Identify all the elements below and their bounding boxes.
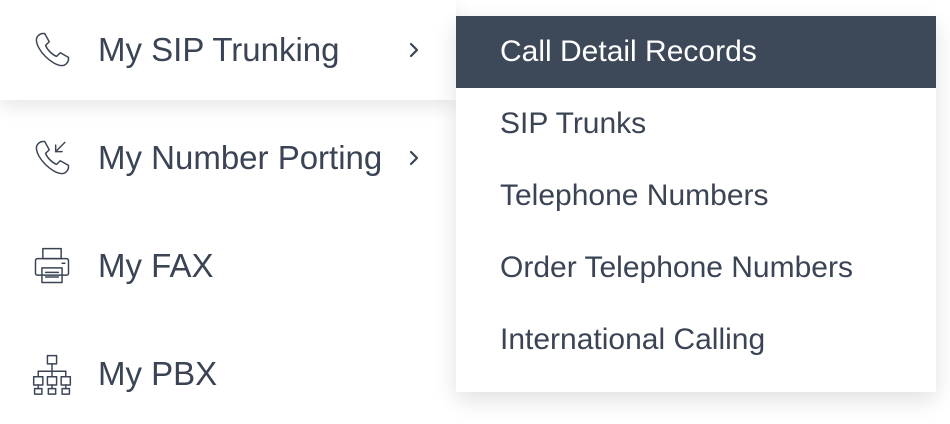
main-menu: My SIP Trunking My Number Porting My FAX… <box>0 0 456 410</box>
submenu-item-international-calling[interactable]: International Calling <box>456 304 936 376</box>
submenu-item-order-telephone-numbers[interactable]: Order Telephone Numbers <box>456 232 936 304</box>
org-chart-icon <box>28 350 76 398</box>
chevron-right-icon <box>404 40 424 60</box>
menu-item-my-fax[interactable]: My FAX <box>0 216 456 316</box>
submenu-item-label: Call Detail Records <box>500 35 757 68</box>
submenu-item-sip-trunks[interactable]: SIP Trunks <box>456 88 936 160</box>
chevron-right-icon <box>404 148 424 168</box>
menu-item-my-pbx[interactable]: My PBX <box>0 324 456 424</box>
submenu-item-label: Telephone Numbers <box>500 179 769 212</box>
menu-item-my-sip-trunking[interactable]: My SIP Trunking <box>0 0 456 100</box>
menu-item-label: My PBX <box>98 355 218 392</box>
menu-item-label: My FAX <box>98 247 214 284</box>
menu-item-label: My Number Porting <box>98 139 383 176</box>
phone-incoming-icon <box>28 134 76 182</box>
submenu-item-call-detail-records[interactable]: Call Detail Records <box>456 16 936 88</box>
menu-item-label: My SIP Trunking <box>98 31 340 68</box>
menu-item-my-number-porting[interactable]: My Number Porting <box>0 108 456 208</box>
submenu-item-label: Order Telephone Numbers <box>500 251 853 284</box>
phone-icon <box>28 26 76 74</box>
sip-trunking-submenu: Call Detail Records SIP Trunks Telephone… <box>456 16 936 392</box>
submenu-item-label: SIP Trunks <box>500 107 647 140</box>
submenu-item-telephone-numbers[interactable]: Telephone Numbers <box>456 160 936 232</box>
submenu-item-label: International Calling <box>500 323 766 356</box>
fax-printer-icon <box>28 242 76 290</box>
